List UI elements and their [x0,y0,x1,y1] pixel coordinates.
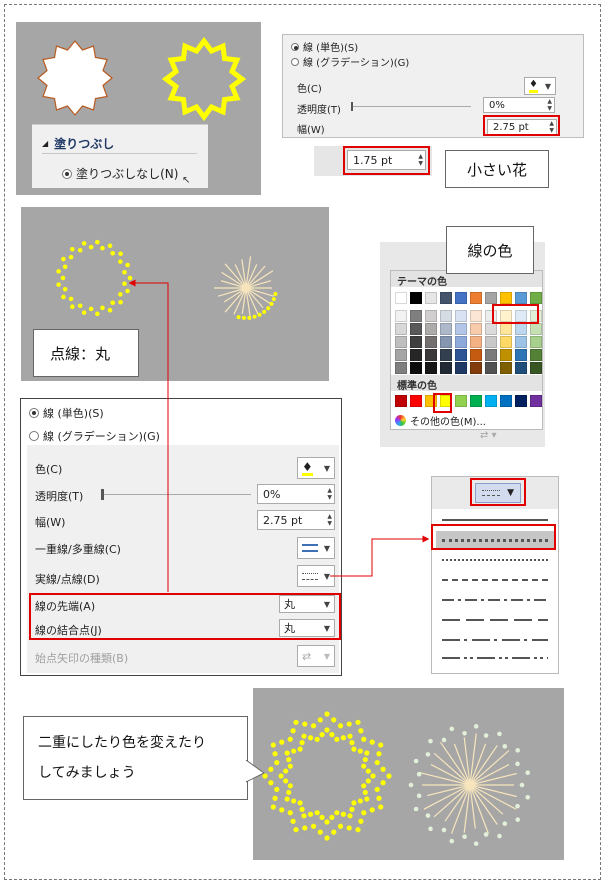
advice-line-2: してみましょう [38,765,136,781]
callout-tail [246,760,265,783]
pale-green-firework[interactable] [405,720,535,850]
yellow-double-dotted-star[interactable] [259,708,395,844]
advice-line-1: 二重にしたり色を変えたり [38,735,206,751]
arrow-to-dash-dropdown [330,535,430,577]
arrow-to-dotted-ring [128,279,169,592]
result-preview-area [253,688,564,860]
advice-callout: 二重にしたり色を変えたり してみましょう [23,716,248,800]
